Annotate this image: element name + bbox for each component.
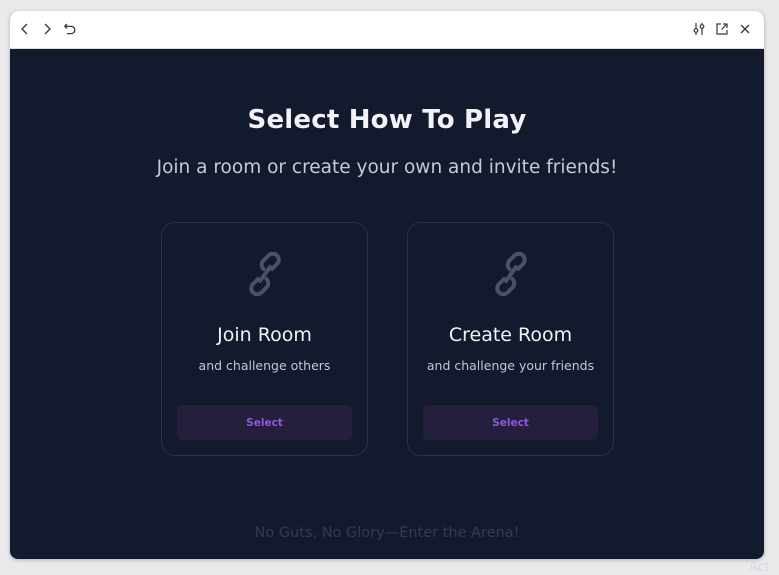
- back-button[interactable]: [16, 20, 34, 38]
- page-title: Select How To Play: [247, 105, 527, 135]
- close-button[interactable]: [736, 20, 754, 38]
- sliders-icon: [693, 23, 705, 35]
- undo-icon: [63, 23, 76, 35]
- join-room-card[interactable]: Join Room and challenge others Select: [161, 222, 368, 456]
- close-icon: [740, 24, 750, 34]
- card-subtitle: and challenge others: [198, 358, 331, 373]
- card-title: Create Room: [448, 324, 573, 346]
- link-icon: [495, 252, 527, 296]
- app-window: Select How To Play Join a room or create…: [10, 11, 764, 559]
- create-room-select-button[interactable]: Select: [423, 405, 598, 440]
- card-title: Join Room: [217, 324, 312, 346]
- external-link-icon: [716, 23, 728, 35]
- link-icon: [249, 252, 281, 296]
- forward-button[interactable]: [38, 20, 56, 38]
- popout-button[interactable]: [713, 20, 731, 38]
- footer-tagline: No Guts, No Glory—Enter the Arena!: [254, 525, 520, 541]
- chevron-left-icon: [21, 23, 28, 35]
- card-subtitle: and challenge your friends: [426, 358, 595, 373]
- join-room-select-button[interactable]: Select: [177, 405, 352, 440]
- page-subtitle: Join a room or create your own and invit…: [156, 157, 618, 178]
- play-mode-screen: Select How To Play Join a room or create…: [10, 49, 764, 559]
- create-room-card[interactable]: Create Room and challenge your friends S…: [407, 222, 614, 456]
- chevron-right-icon: [44, 23, 51, 35]
- browser-toolbar: [10, 11, 764, 49]
- settings-button[interactable]: [690, 20, 708, 38]
- reload-button[interactable]: [61, 20, 79, 38]
